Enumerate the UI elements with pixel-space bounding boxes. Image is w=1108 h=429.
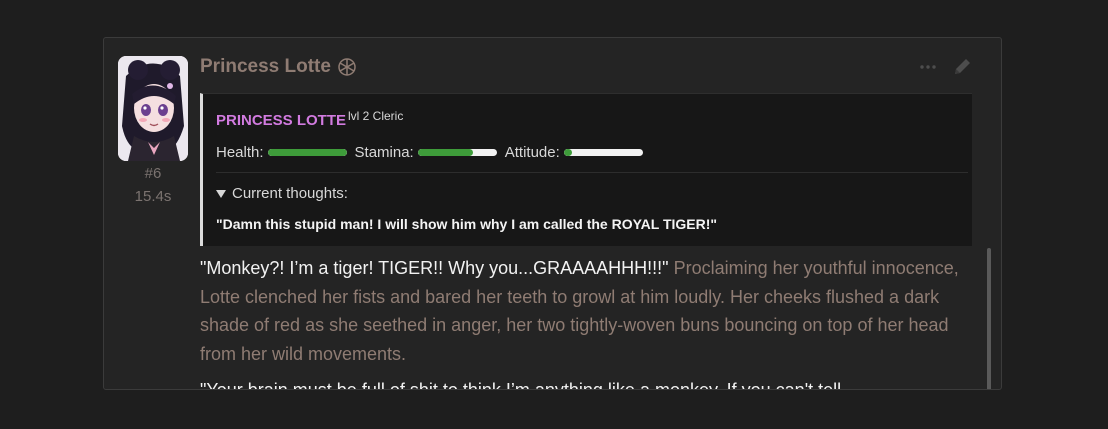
health-bar — [267, 149, 347, 156]
message-actions — [917, 56, 973, 78]
stamina-bar-fill — [417, 149, 474, 156]
message-paragraph: "Monkey?! I’m a tiger! TIGER!! Why you..… — [200, 254, 960, 368]
health-bar-fill — [267, 149, 347, 156]
thoughts-toggle[interactable]: Current thoughts: — [216, 185, 348, 202]
scrollbar-thumb[interactable] — [987, 248, 991, 389]
generation-timer: 15.4s — [134, 188, 172, 205]
status-char-name: PRINCESS LOTTE — [216, 112, 347, 129]
stat-bars: Health: Stamina: Attitude: — [216, 144, 647, 161]
message-text: "Monkey?! I’m a tiger! TIGER!! Why you..… — [200, 254, 960, 390]
stamina-bar — [417, 149, 497, 156]
more-options-icon[interactable] — [917, 56, 939, 78]
disclosure-triangle-icon — [216, 189, 226, 198]
message-id: #6 — [144, 165, 162, 182]
stat-label-health: Health: — [216, 144, 264, 161]
status-divider — [216, 172, 968, 173]
avatar-image — [118, 56, 188, 161]
thoughts-label: Current thoughts: — [232, 185, 348, 202]
chat-message: #6 15.4s Princess Lotte PRINCESS LOTTE l… — [103, 37, 1002, 390]
stat-label-attitude: Attitude: — [504, 144, 560, 161]
message-paragraph: "Your brain must be full of shit to thin… — [200, 376, 960, 390]
status-panel: PRINCESS LOTTE lvl 2 Cleric Health: Stam… — [200, 93, 972, 246]
openai-logo-icon — [337, 57, 357, 77]
dialogue-quote: "Monkey?! I’m a tiger! TIGER!! Why you..… — [200, 258, 669, 278]
author-name: Princess Lotte — [200, 56, 331, 77]
attitude-bar — [563, 149, 643, 156]
thoughts-text: "Damn this stupid man! I will show him w… — [216, 216, 718, 232]
attitude-bar-fill — [563, 149, 572, 156]
dialogue-quote: "Your brain must be full of shit to thin… — [200, 380, 842, 390]
avatar[interactable] — [118, 56, 188, 161]
author-name-row: Princess Lotte — [200, 56, 357, 78]
status-char-class: lvl 2 Cleric — [348, 109, 404, 123]
edit-pencil-icon[interactable] — [951, 56, 973, 78]
stat-label-stamina: Stamina: — [354, 144, 414, 161]
